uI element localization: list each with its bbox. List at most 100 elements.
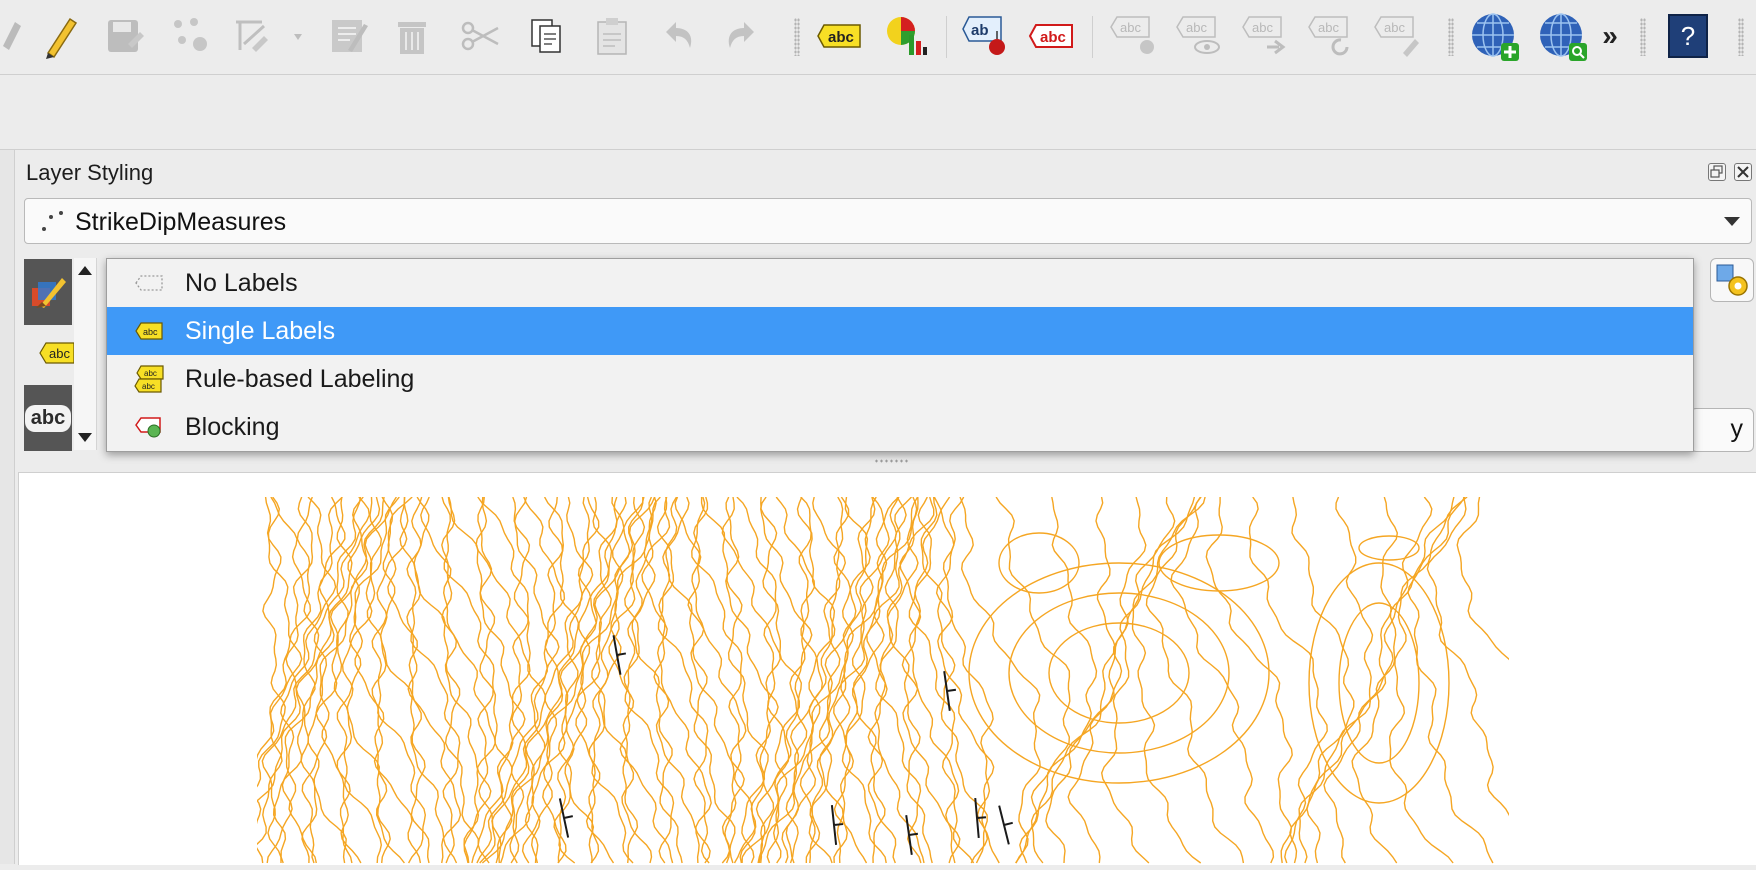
contour-line	[1045, 497, 1147, 864]
symbology-tab[interactable]	[24, 259, 72, 325]
contour-line	[475, 497, 531, 864]
cut-features-icon[interactable]	[452, 8, 508, 64]
contour-line	[1323, 497, 1433, 864]
undo-icon[interactable]	[650, 8, 706, 64]
contour-line	[1407, 497, 1494, 864]
labels-tab[interactable]: abc	[38, 339, 75, 367]
text-tab[interactable]: abc	[24, 385, 72, 451]
main-toolbar: abc ab abc abc abc abc abc abc » ?	[0, 0, 1756, 75]
contour-line	[1170, 497, 1275, 864]
scroll-up-icon[interactable]	[77, 264, 93, 276]
highlight-pinned-labels-icon[interactable]: abc	[1106, 8, 1162, 64]
help-icon[interactable]: ?	[1660, 8, 1716, 64]
contour-line	[1306, 497, 1399, 864]
contour-line	[1100, 497, 1196, 864]
contour-line	[499, 497, 566, 864]
tab-strip-scrollbar[interactable]	[74, 258, 97, 450]
contour-line	[399, 497, 462, 864]
float-panel-icon[interactable]	[1708, 163, 1726, 181]
paintbrush-icon	[32, 278, 66, 308]
contour-line	[886, 497, 935, 864]
contour-loop	[968, 562, 1270, 784]
map-preview	[18, 472, 1756, 865]
modify-attributes-icon[interactable]	[320, 8, 376, 64]
label-tool-text: abc	[828, 29, 854, 46]
text-tab-abc: abc	[24, 404, 72, 432]
layer-select-value: StrikeDipMeasures	[75, 208, 287, 236]
panel-title: Layer Styling	[26, 160, 154, 185]
svg-text:abc: abc	[1186, 20, 1207, 35]
dropdown-item-single-labels[interactable]: abc Single Labels	[107, 307, 1693, 355]
move-label-icon[interactable]: abc	[1238, 8, 1294, 64]
dropdown-item-label: Rule-based Labeling	[185, 364, 415, 393]
svg-text:abc: abc	[1120, 20, 1141, 35]
toggle-editing-button[interactable]	[32, 8, 88, 64]
show-unplaced-labels-icon[interactable]: abc	[1024, 8, 1080, 64]
pencil-partial-icon[interactable]	[0, 8, 26, 64]
delete-selected-icon[interactable]	[384, 8, 440, 64]
no-labels-icon	[129, 274, 169, 292]
label-mode-dropdown[interactable]: No Labels abc Single Labels abc abc Rule-…	[106, 258, 1694, 452]
rotate-label-icon[interactable]: abc	[1304, 8, 1360, 64]
contour-line	[420, 497, 492, 864]
contour-loop	[998, 532, 1080, 594]
layer-select-combobox[interactable]: StrikeDipMeasures	[24, 198, 1752, 244]
contour-line	[542, 497, 597, 864]
contour-lines	[257, 497, 1509, 864]
contour-line	[257, 497, 286, 788]
splitter-handle[interactable]	[874, 458, 910, 464]
contour-line	[521, 497, 594, 864]
labels-tab-text: abc	[49, 346, 70, 361]
dropdown-item-label: No Labels	[185, 268, 298, 297]
contour-line	[866, 497, 918, 864]
secondary-toolbar	[0, 75, 1756, 150]
dropdown-item-blocking[interactable]: Blocking	[107, 403, 1693, 451]
contour-line	[995, 497, 1071, 864]
labels-abc-icon: abc	[39, 342, 75, 364]
toolbar-overflow-icon[interactable]: »	[1596, 8, 1624, 64]
add-point-feature-icon[interactable]	[162, 8, 218, 64]
redo-icon[interactable]	[714, 8, 770, 64]
contour-line	[1248, 497, 1328, 864]
rendering-settings-button[interactable]	[1710, 258, 1754, 302]
contour-line	[1030, 497, 1116, 864]
contour-line	[1067, 497, 1176, 864]
blocking-icon	[129, 416, 169, 438]
svg-text:abc: abc	[1252, 20, 1273, 35]
svg-text:abc: abc	[1384, 20, 1405, 35]
contour-line	[1388, 497, 1468, 864]
paste-features-icon[interactable]	[584, 8, 640, 64]
svg-text:abc: abc	[143, 327, 158, 337]
pin-labels-icon[interactable]: ab	[958, 8, 1014, 64]
contour-line	[272, 497, 346, 864]
dropdown-item-no-labels[interactable]: No Labels	[107, 259, 1693, 307]
pin-label-text: ab	[971, 22, 989, 39]
contour-line	[631, 497, 683, 864]
toolbar-separator	[794, 18, 800, 56]
strike-dip-symbol	[943, 671, 957, 711]
dropdown-item-rule-based-labeling[interactable]: abc abc Rule-based Labeling	[107, 355, 1693, 403]
contour-loop	[1158, 534, 1280, 592]
wms-search-icon[interactable]	[1534, 8, 1590, 64]
gear-icon	[1716, 264, 1748, 296]
layer-diagram-options-icon[interactable]	[878, 8, 934, 64]
toolbar-separator-4	[1738, 18, 1744, 56]
close-panel-icon[interactable]	[1734, 163, 1752, 181]
contour-line	[1426, 497, 1509, 817]
save-edits-icon[interactable]	[96, 8, 152, 64]
point-layer-icon	[42, 211, 63, 231]
vertex-tool-dropdown-icon[interactable]	[230, 8, 306, 64]
contour-line	[1205, 497, 1293, 864]
svg-text:abc: abc	[142, 382, 155, 391]
help-glyph: ?	[1668, 14, 1708, 58]
toolbar-divider	[946, 16, 947, 58]
contour-line	[261, 497, 320, 864]
show-hide-labels-icon[interactable]: abc	[1172, 8, 1228, 64]
scroll-down-icon[interactable]	[77, 432, 93, 444]
chevron-down-icon	[1724, 217, 1740, 226]
change-label-icon[interactable]: abc	[1370, 8, 1426, 64]
layer-labeling-options-icon[interactable]: abc	[812, 8, 868, 64]
copy-features-icon[interactable]	[518, 8, 574, 64]
apply-button[interactable]: y	[1690, 408, 1754, 452]
add-wms-layer-icon[interactable]	[1466, 8, 1522, 64]
